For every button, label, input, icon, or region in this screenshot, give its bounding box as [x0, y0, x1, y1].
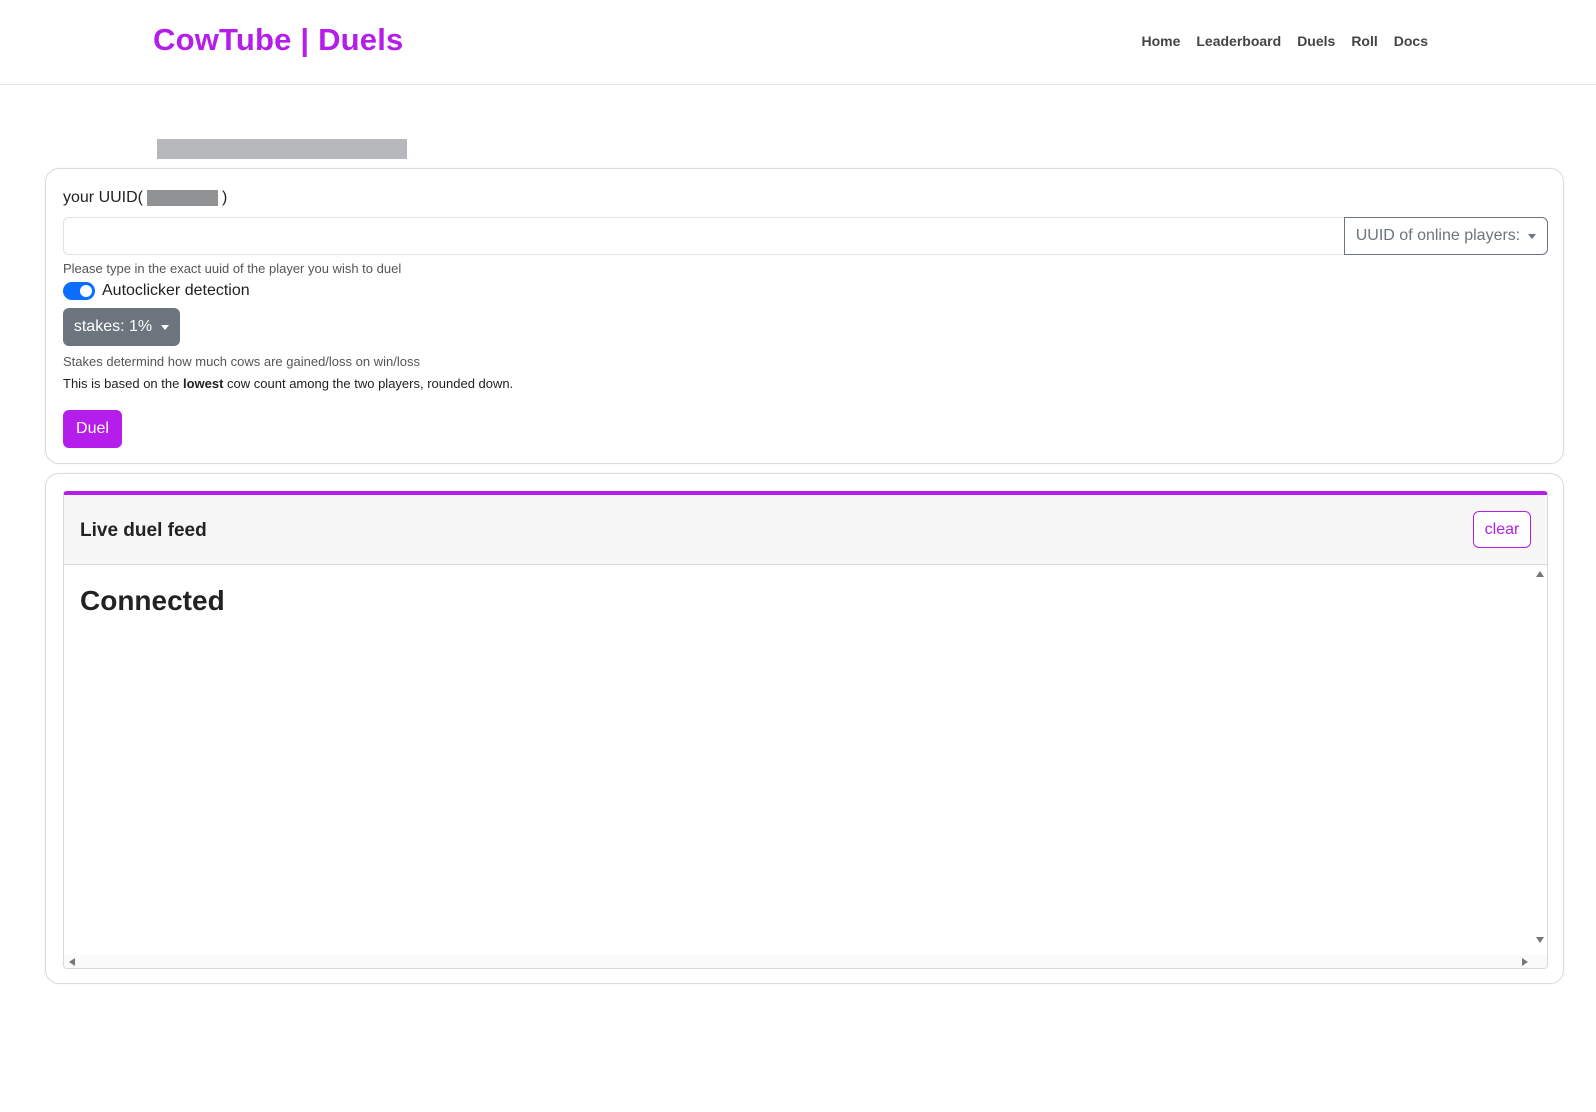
toggle-knob	[80, 285, 92, 297]
autoclicker-toggle[interactable]	[63, 282, 95, 300]
live-feed-panel: Live duel feed clear Connected	[63, 491, 1548, 969]
horizontal-scrollbar[interactable]	[64, 955, 1547, 968]
stakes-label: stakes: 1%	[73, 318, 153, 335]
autoclicker-label[interactable]: Autoclicker detection	[102, 282, 250, 300]
uuid-input-group: UUID of online players:	[63, 217, 1548, 255]
chevron-down-icon	[1528, 233, 1537, 239]
uuid-help-text: Please type in the exact uuid of the pla…	[63, 261, 402, 276]
stakes-help-text: Stakes determind how much cows are gaine…	[63, 354, 420, 369]
chevron-down-icon	[161, 324, 170, 330]
uuid-label-prefix: your UUID(	[63, 189, 144, 206]
basis-suffix: cow count among the two players, rounded…	[223, 376, 514, 391]
basis-bold: lowest	[182, 376, 224, 391]
redacted-uuid	[147, 190, 219, 206]
online-players-dropdown[interactable]: UUID of online players:	[1344, 217, 1548, 255]
stakes-basis-text: This is based on the lowest cow count am…	[63, 376, 513, 391]
nav-link-home[interactable]: Home	[1141, 33, 1180, 49]
autoclicker-switch-row: Autoclicker detection	[63, 282, 250, 300]
feed-title: Live duel feed	[80, 520, 207, 541]
clear-button[interactable]: clear	[1473, 511, 1531, 548]
vertical-scrollbar[interactable]	[1533, 565, 1547, 955]
live-feed-card: Live duel feed clear Connected	[45, 473, 1564, 984]
navbar: CowTube | Duels Home Leaderboard Duels R…	[0, 0, 1596, 85]
arrow-down-icon[interactable]	[1536, 937, 1544, 943]
feed-log[interactable]: Connected	[64, 565, 1547, 968]
duel-form-card: your UUID( ) UUID of online players: Ple…	[45, 168, 1564, 464]
uuid-label: your UUID( )	[63, 189, 227, 207]
arrow-up-icon[interactable]	[1536, 571, 1544, 577]
arrow-left-icon[interactable]	[69, 958, 75, 966]
basis-prefix: This is based on the	[63, 376, 183, 391]
duel-button[interactable]: Duel	[63, 410, 122, 448]
nav-link-roll[interactable]: Roll	[1351, 33, 1377, 49]
feed-status-message: Connected	[80, 585, 225, 616]
main-nav: Home Leaderboard Duels Roll Docs	[1141, 33, 1428, 49]
arrow-right-icon[interactable]	[1522, 958, 1528, 966]
feed-header: Live duel feed clear	[64, 495, 1547, 565]
uuid-label-suffix: )	[222, 189, 228, 206]
stakes-dropdown-button[interactable]: stakes: 1%	[63, 308, 180, 346]
brand-title[interactable]: CowTube | Duels	[153, 22, 404, 58]
redacted-heading	[157, 139, 407, 159]
nav-link-leaderboard[interactable]: Leaderboard	[1196, 33, 1281, 49]
opponent-uuid-input[interactable]	[63, 217, 1344, 255]
nav-link-duels[interactable]: Duels	[1297, 33, 1335, 49]
nav-link-docs[interactable]: Docs	[1394, 33, 1428, 49]
online-players-label: UUID of online players:	[1355, 227, 1521, 244]
